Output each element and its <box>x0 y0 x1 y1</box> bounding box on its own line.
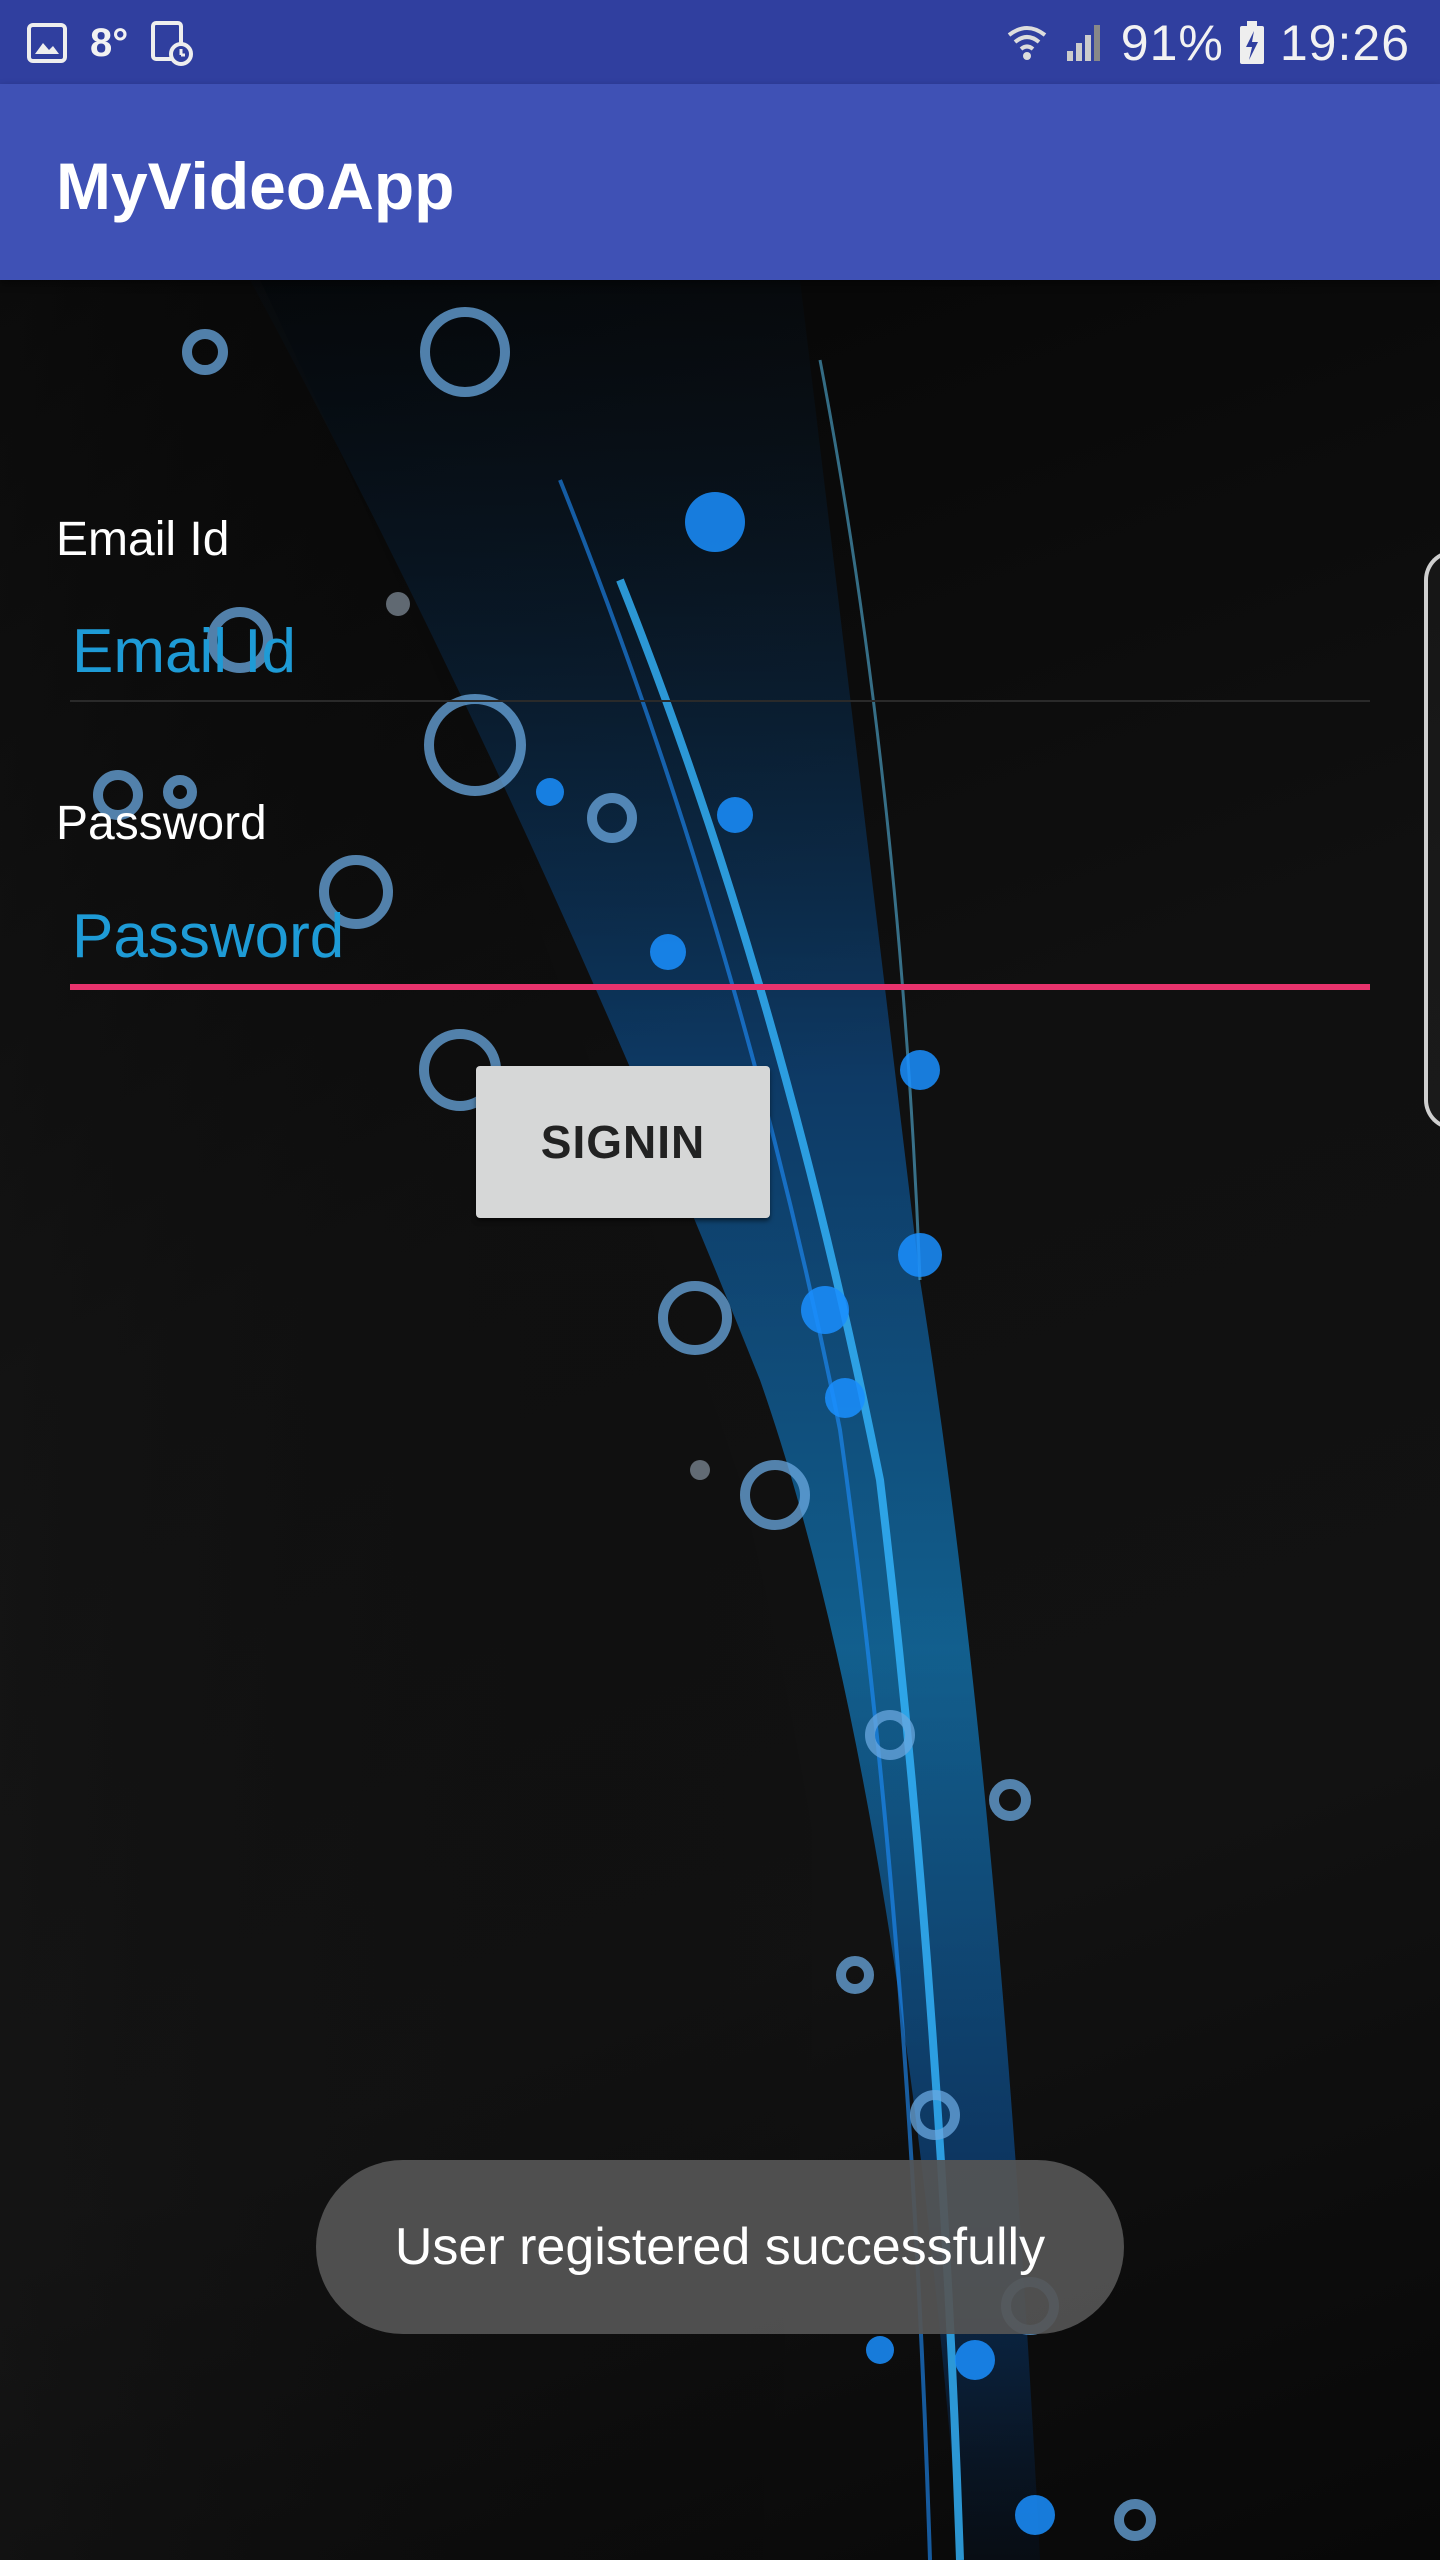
status-bar: 8° 91% 19:26 <box>0 0 1440 84</box>
email-input[interactable] <box>70 602 1370 702</box>
system-icons: 91% 19:26 <box>1005 14 1410 72</box>
edge-panel-handle[interactable] <box>1424 550 1440 1130</box>
toast-message: User registered successfully <box>394 2218 1046 2276</box>
image-icon <box>26 22 68 64</box>
password-label: Password <box>56 797 267 850</box>
battery-charging-icon <box>1238 20 1266 66</box>
password-focus-underline <box>70 984 1370 990</box>
clock: 19:26 <box>1279 15 1410 71</box>
app-bar: MyVideoApp <box>0 84 1440 280</box>
toast: User registered successfully <box>316 2160 1124 2334</box>
notification-icons: 8° <box>26 18 194 68</box>
screenshot-icon <box>150 20 194 66</box>
wifi-icon <box>1005 21 1049 65</box>
signin-button[interactable]: SIGNIN <box>476 1066 770 1218</box>
temperature-label: 8° <box>90 20 129 65</box>
signal-icon <box>1063 21 1107 65</box>
email-label: Email Id <box>56 513 230 566</box>
password-input[interactable] <box>70 886 1370 986</box>
app-title: MyVideoApp <box>56 149 455 223</box>
battery-percentage: 91% <box>1120 15 1224 71</box>
